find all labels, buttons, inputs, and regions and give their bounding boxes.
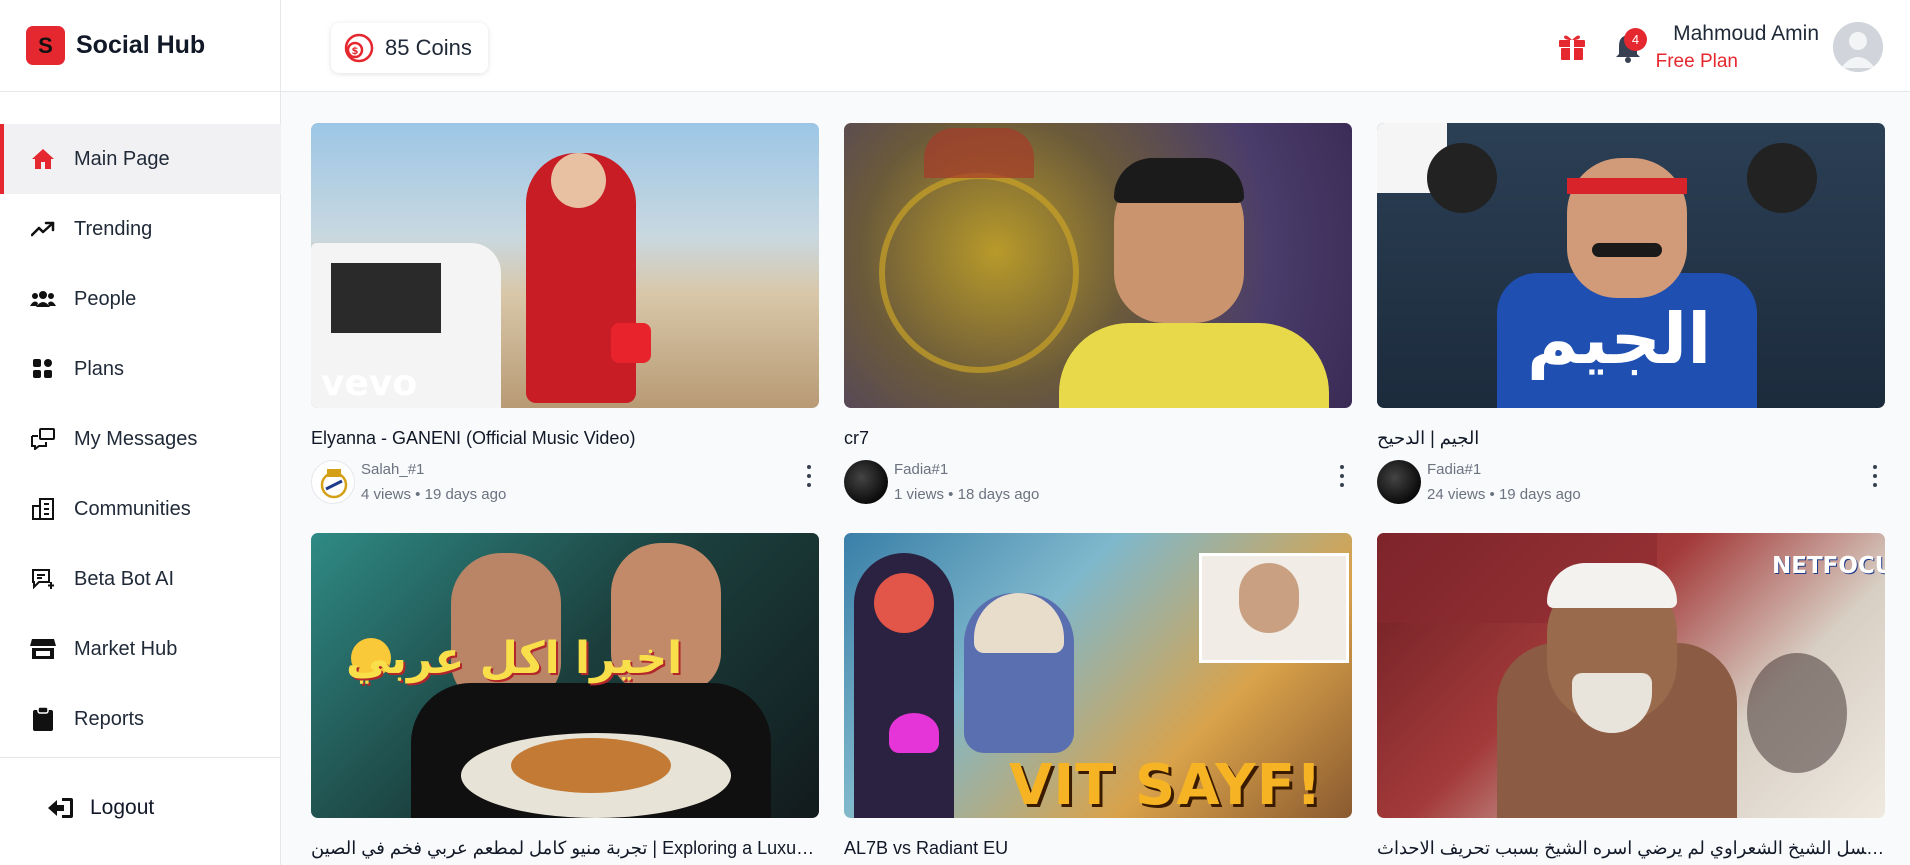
channel-avatar[interactable] xyxy=(844,460,888,504)
sidebar-nav: Main Page Trending People Plans My Messa… xyxy=(0,124,281,754)
channel-name[interactable]: Salah_#1 xyxy=(361,457,506,482)
video-title[interactable]: cr7 xyxy=(844,428,1352,449)
video-title[interactable]: مسلسل الشيخ الشعراوي لم يرضي اسره الشيخ … xyxy=(1377,838,1885,859)
sidebar-item-label: Reports xyxy=(74,707,145,730)
video-thumbnail[interactable]: اخيرا اكل عربي xyxy=(311,533,819,818)
video-title[interactable]: الجيم | الدحيح xyxy=(1377,428,1885,449)
video-meta: Fadia#1 1 views • 18 days ago xyxy=(844,459,1352,505)
sidebar-item-people[interactable]: People xyxy=(0,264,281,334)
video-title[interactable]: Elyanna - GANENI (Official Music Video) xyxy=(311,428,819,449)
video-thumbnail[interactable]: NETFOCUS xyxy=(1377,533,1885,818)
video-card[interactable]: VIT SAYF! AL7B vs Radiant EU xyxy=(844,533,1352,859)
thumbnail-overlay-text: اخيرا اكل عربي xyxy=(346,633,683,684)
brand[interactable]: S Social Hub xyxy=(0,0,280,92)
trending-icon xyxy=(30,216,56,242)
channel-name[interactable]: Fadia#1 xyxy=(1427,457,1581,482)
coins-balance[interactable]: $ 85 Coins xyxy=(331,23,488,73)
logout-button[interactable]: Logout xyxy=(48,795,154,821)
sidebar-item-trending[interactable]: Trending xyxy=(0,194,281,264)
channel-avatar[interactable] xyxy=(311,460,355,504)
video-stats: 4 views • 19 days ago xyxy=(361,486,507,503)
plans-icon xyxy=(30,356,56,382)
home-icon xyxy=(30,146,56,172)
thumbnail-overlay-text: vevo xyxy=(321,363,418,404)
sidebar-item-beta-bot-ai[interactable]: Beta Bot AI xyxy=(0,544,281,614)
svg-text:$: $ xyxy=(352,46,359,57)
user-plan: Free Plan xyxy=(1655,51,1738,72)
user-name[interactable]: Mahmoud Amin xyxy=(1673,22,1819,46)
video-stats: 24 views • 19 days ago xyxy=(1427,486,1581,503)
video-thumbnail[interactable] xyxy=(844,123,1352,408)
sidebar-item-label: Plans xyxy=(74,357,125,380)
sidebar-item-label: Communities xyxy=(74,497,191,520)
sidebar-divider xyxy=(0,757,281,758)
more-options-icon[interactable] xyxy=(805,465,813,487)
channel-avatar[interactable] xyxy=(1377,460,1421,504)
sidebar-item-label: My Messages xyxy=(74,427,198,450)
video-card[interactable]: NETFOCUS مسلسل الشيخ الشعراوي لم يرضي اس… xyxy=(1377,533,1885,859)
sidebar-item-plans[interactable]: Plans xyxy=(0,334,281,404)
video-thumbnail[interactable]: vevo xyxy=(311,123,819,408)
video-card[interactable]: اخيرا اكل عربي تجربة منيو كامل لمطعم عرب… xyxy=(311,533,819,859)
logout-label: Logout xyxy=(90,796,155,819)
thumbnail-overlay-text: الجيم xyxy=(1527,298,1712,380)
video-card[interactable]: cr7 Fadia#1 1 views • 18 days ago xyxy=(844,123,1352,505)
logout-icon xyxy=(48,795,74,821)
sidebar-item-market-hub[interactable]: Market Hub xyxy=(0,614,281,684)
more-options-icon[interactable] xyxy=(1338,465,1346,487)
sidebar-item-communities[interactable]: Communities xyxy=(0,474,281,544)
sidebar-item-label: Main Page xyxy=(74,147,170,170)
avatar[interactable] xyxy=(1833,22,1883,72)
more-options-icon[interactable] xyxy=(1871,465,1879,487)
sidebar-item-label: Market Hub xyxy=(74,637,178,660)
video-title[interactable]: AL7B vs Radiant EU xyxy=(844,838,1352,859)
video-meta: Fadia#1 24 views • 19 days ago xyxy=(1377,459,1885,505)
video-title[interactable]: تجربة منيو كامل لمطعم عربي فخم في الصين … xyxy=(311,838,819,859)
channel-name[interactable]: Fadia#1 xyxy=(894,457,1039,482)
sidebar-item-label: Beta Bot AI xyxy=(74,567,175,590)
video-meta: Salah_#1 4 views • 19 days ago xyxy=(311,459,819,505)
video-stats: 1 views • 18 days ago xyxy=(894,486,1040,503)
store-icon xyxy=(30,636,56,662)
sidebar: S Social Hub Main Page Trending People P… xyxy=(0,0,281,865)
coins-label: 85 Coins xyxy=(385,35,472,60)
top-header: $ 85 Coins 4 Mahmoud Amin Free Plan xyxy=(281,0,1910,92)
video-thumbnail[interactable]: الجيم xyxy=(1377,123,1885,408)
sidebar-item-main-page[interactable]: Main Page xyxy=(0,124,281,194)
notification-badge: 4 xyxy=(1624,28,1647,51)
brand-name: Social Hub xyxy=(76,31,206,59)
video-card[interactable]: الجيم الجيم | الدحيح Fadia#1 24 views • … xyxy=(1377,123,1885,505)
gift-icon[interactable] xyxy=(1557,31,1587,61)
video-thumbnail[interactable]: VIT SAYF! xyxy=(844,533,1352,818)
bot-icon xyxy=(30,566,56,592)
communities-icon xyxy=(30,496,56,522)
people-icon xyxy=(30,286,56,312)
brand-logo: S xyxy=(26,26,65,65)
messages-icon xyxy=(30,426,56,452)
thumbnail-overlay-text: VIT SAYF! xyxy=(1009,753,1323,818)
video-card[interactable]: vevo Elyanna - GANENI (Official Music Vi… xyxy=(311,123,819,505)
sidebar-item-label: People xyxy=(74,287,137,310)
thumbnail-overlay-text: NETFOCUS xyxy=(1772,553,1885,579)
coin-icon: $ xyxy=(343,32,375,64)
sidebar-item-reports[interactable]: Reports xyxy=(0,684,281,754)
sidebar-item-my-messages[interactable]: My Messages xyxy=(0,404,281,474)
sidebar-item-label: Trending xyxy=(74,217,153,240)
clipboard-icon xyxy=(30,706,56,732)
